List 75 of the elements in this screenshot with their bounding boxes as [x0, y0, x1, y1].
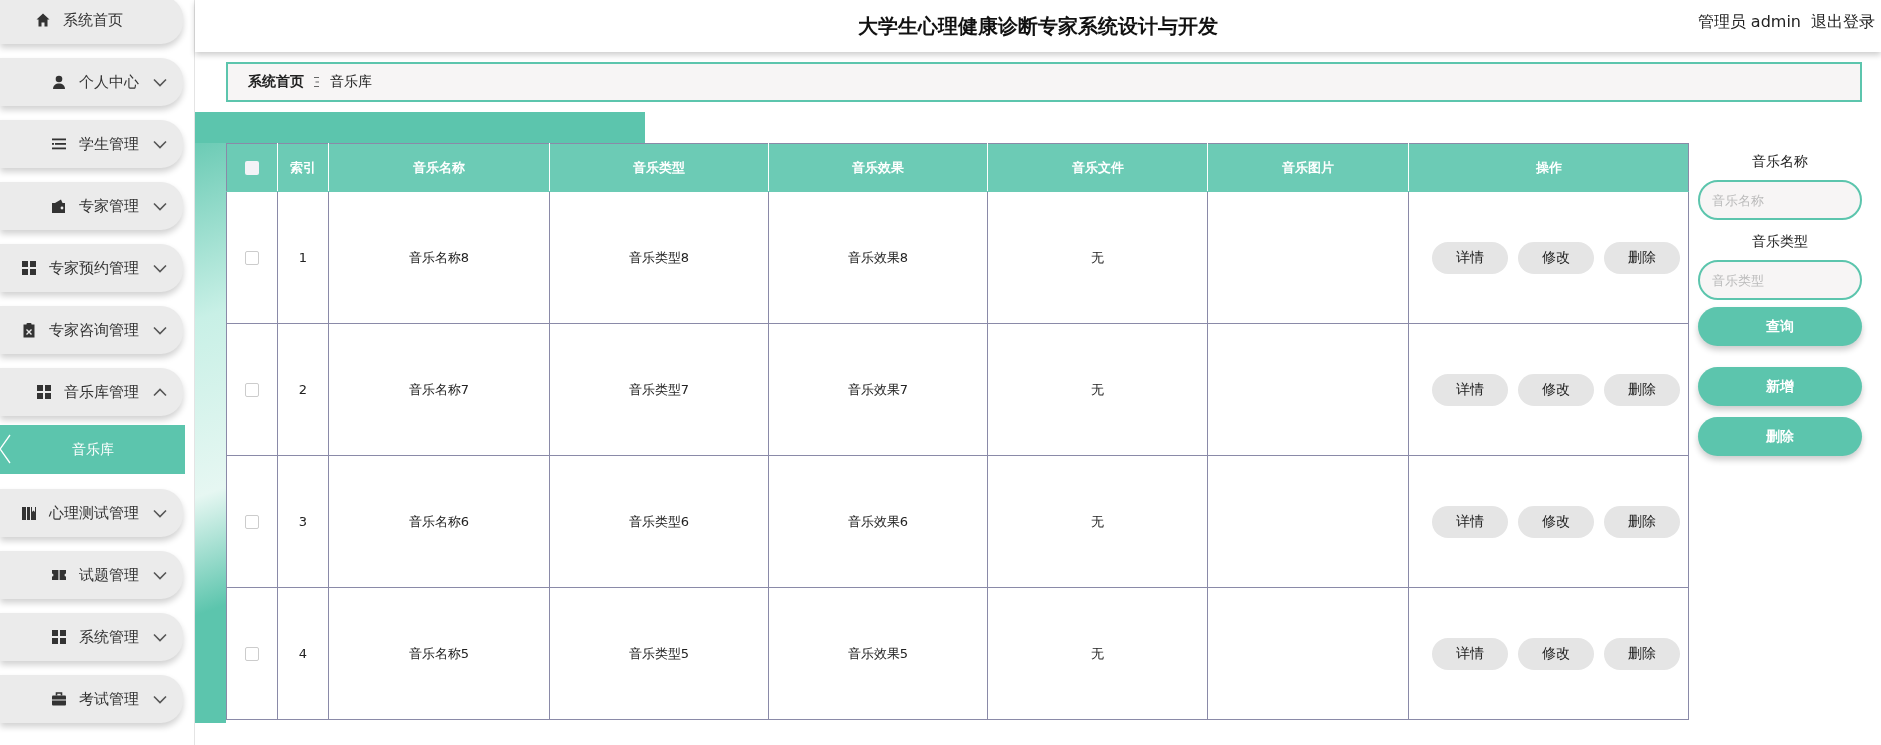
- table-cell: 1: [298, 250, 308, 265]
- ticket-icon: [51, 567, 67, 583]
- action-button[interactable]: 删除: [1603, 241, 1680, 274]
- breadcrumb-link[interactable]: 音乐库: [330, 73, 372, 91]
- grid-icon: [21, 260, 37, 276]
- separator-icon: [314, 76, 320, 88]
- logout-link[interactable]: 退出登录: [1811, 12, 1875, 33]
- action-button[interactable]: 详情: [1431, 637, 1508, 670]
- home-icon: [35, 12, 51, 28]
- action-button[interactable]: 修改: [1517, 505, 1594, 538]
- table-cell: 音乐类型8: [628, 249, 690, 265]
- sidebar-item[interactable]: 考试管理: [0, 675, 183, 723]
- action-button[interactable]: 删除: [1603, 637, 1680, 670]
- action-button[interactable]: 详情: [1431, 505, 1508, 538]
- column-header: 索引: [277, 143, 329, 192]
- action-button[interactable]: 修改: [1517, 373, 1594, 406]
- table-cell: 3: [298, 514, 308, 529]
- column-header: 音乐效果: [768, 143, 988, 192]
- grid-icon: [36, 384, 52, 400]
- sidebar-item[interactable]: 专家预约管理: [0, 244, 183, 292]
- grid-icon: [51, 629, 67, 645]
- sidebar-item[interactable]: 学生管理: [0, 120, 183, 168]
- table-cell: 无: [1091, 249, 1104, 265]
- row-checkbox[interactable]: [245, 515, 259, 530]
- row-checkbox[interactable]: [245, 251, 259, 266]
- list-icon: [51, 136, 67, 152]
- table-cell: 音乐名称8: [408, 249, 470, 265]
- column-header: 音乐文件: [987, 143, 1208, 192]
- row-checkbox[interactable]: [245, 383, 259, 398]
- briefcase-icon: [51, 691, 67, 707]
- sidebar-item[interactable]: 系统首页: [0, 0, 183, 44]
- column-header: 音乐类型: [549, 143, 769, 192]
- action-button[interactable]: 删除: [1603, 373, 1680, 406]
- sidebar-item[interactable]: 专家管理: [0, 182, 183, 230]
- sidebar-item[interactable]: 专家咨询管理: [0, 306, 183, 354]
- table-cell: 2: [298, 382, 308, 397]
- field-label: 音乐名称: [1752, 153, 1808, 171]
- wallet-icon: [51, 198, 67, 214]
- user-label: 管理员 admin: [1697, 12, 1801, 33]
- action-button[interactable]: 详情: [1431, 241, 1508, 274]
- table-cell: 4: [298, 646, 308, 661]
- table-cell: 音乐效果8: [847, 249, 909, 265]
- column-header: 操作: [1408, 143, 1689, 192]
- table-cell: 音乐名称5: [408, 645, 470, 661]
- field-label: 音乐类型: [1752, 233, 1808, 251]
- action-button[interactable]: 修改: [1517, 241, 1594, 274]
- table-cell: 音乐类型6: [628, 513, 690, 529]
- table-cell: 音乐名称7: [408, 381, 470, 397]
- sidebar-item[interactable]: 心理测试管理: [0, 489, 183, 537]
- table-cell: 音乐效果7: [847, 381, 909, 397]
- table-cell: 无: [1091, 513, 1104, 529]
- table-cell: 无: [1091, 645, 1104, 661]
- sidebar-item[interactable]: 音乐库管理: [0, 368, 183, 416]
- table-cell: 无: [1091, 381, 1104, 397]
- row-checkbox[interactable]: [245, 647, 259, 662]
- action-button[interactable]: 删除: [1603, 505, 1680, 538]
- table-cell: 音乐效果5: [847, 645, 909, 661]
- clipboard-icon: [21, 322, 37, 338]
- table-cell: 音乐类型7: [628, 381, 690, 397]
- action-button[interactable]: 修改: [1517, 637, 1594, 670]
- page-title: 大学生心理健康诊断专家系统设计与开发: [858, 12, 1218, 40]
- action-button[interactable]: 详情: [1431, 373, 1508, 406]
- sidebar-item[interactable]: 个人中心: [0, 58, 183, 106]
- chevron-left-icon: [0, 434, 11, 464]
- sidebar-item[interactable]: 试题管理: [0, 551, 183, 599]
- breadcrumb-link[interactable]: 系统首页: [248, 73, 304, 91]
- sidebar-item[interactable]: 系统管理: [0, 613, 183, 661]
- column-header: 音乐名称: [328, 143, 550, 192]
- book-icon: [21, 505, 37, 521]
- table-cell: 音乐名称6: [408, 513, 470, 529]
- table-cell: 音乐类型5: [628, 645, 690, 661]
- column-header: 音乐图片: [1207, 143, 1409, 192]
- person-icon: [51, 74, 67, 90]
- table-cell: 音乐效果6: [847, 513, 909, 529]
- select-all-checkbox[interactable]: [245, 161, 259, 176]
